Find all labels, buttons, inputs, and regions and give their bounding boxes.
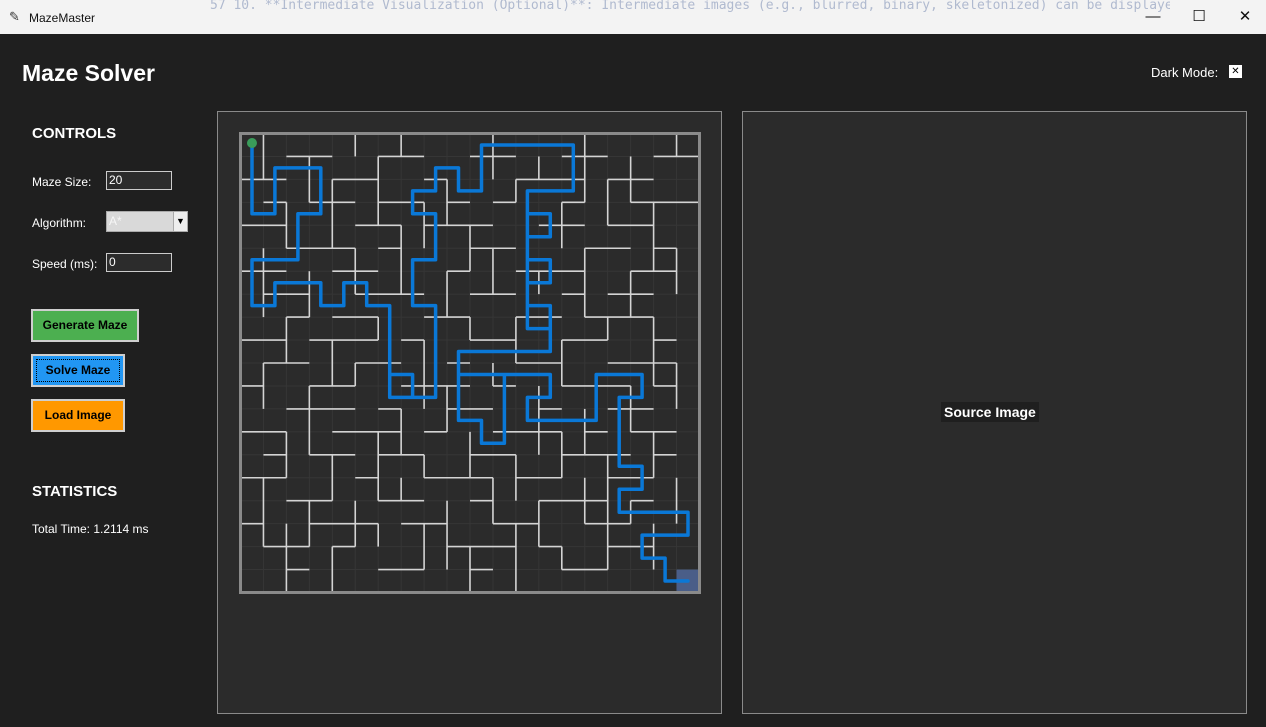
maze-start-marker (246, 137, 257, 148)
window-title-bar: ✎ MazeMaster 57 10. **Intermediate Visua… (0, 0, 1266, 34)
window-title: MazeMaster (29, 11, 96, 25)
statistics-heading: STATISTICS (32, 483, 118, 500)
solve-maze-button[interactable]: Solve Maze (31, 354, 125, 387)
speed-input[interactable]: 0 (106, 253, 172, 272)
dark-mode-label: Dark Mode: (1151, 65, 1219, 80)
close-icon[interactable]: ✕ (1222, 0, 1266, 34)
chevron-down-icon[interactable]: ▼ (173, 212, 187, 231)
algorithm-select[interactable]: A* ▼ (106, 211, 188, 232)
feather-icon: ✎ (9, 9, 20, 24)
source-image-label: Source Image (941, 402, 1039, 422)
maze-canvas[interactable] (239, 132, 701, 594)
minimize-icon[interactable]: — (1130, 0, 1176, 34)
background-editor-text: 57 10. **Intermediate Visualization (Opt… (210, 0, 1170, 13)
algorithm-selected-value: A* (109, 214, 122, 228)
controls-heading: CONTROLS (32, 125, 117, 142)
algorithm-label: Algorithm: (32, 216, 87, 230)
maze-size-input[interactable]: 20 (106, 171, 172, 190)
page-title: Maze Solver (22, 60, 155, 86)
generate-maze-button[interactable]: Generate Maze (31, 309, 139, 342)
total-time-text: Total Time: 1.2114 ms (32, 522, 149, 536)
speed-label: Speed (ms): (32, 257, 98, 271)
dark-mode-checkbox[interactable]: ✕ (1229, 65, 1242, 78)
load-image-button[interactable]: Load Image (31, 399, 125, 432)
maximize-icon[interactable]: ☐ (1176, 0, 1222, 34)
maze-size-label: Maze Size: (32, 175, 92, 189)
